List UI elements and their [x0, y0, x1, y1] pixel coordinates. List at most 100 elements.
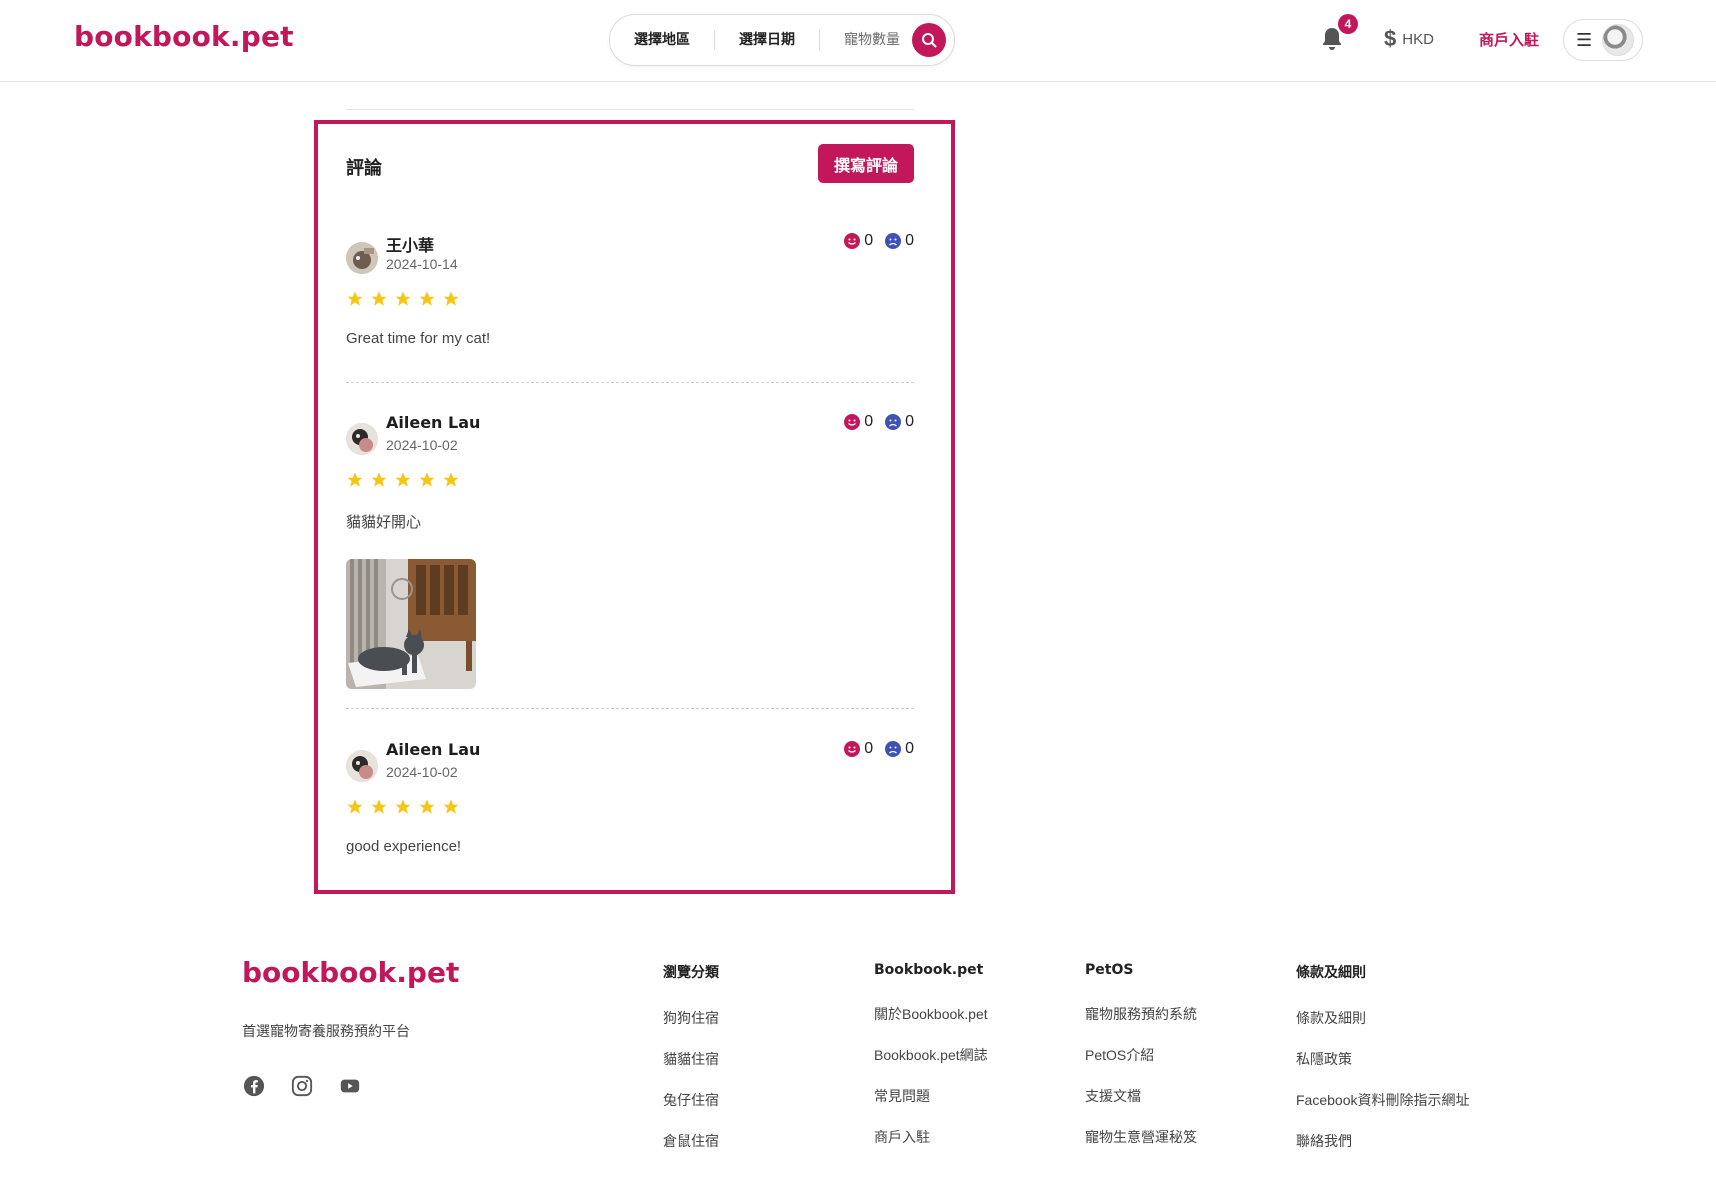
footer-link[interactable]: 支援文檔 [1085, 1086, 1197, 1127]
facebook-icon[interactable] [243, 1075, 265, 1097]
notification-badge: 4 [1338, 14, 1358, 34]
footer-link[interactable]: 貓貓住宿 [663, 1049, 719, 1090]
reviewer-name: 王小華 [386, 236, 435, 255]
write-review-button[interactable]: 撰寫評論 [818, 144, 914, 183]
like-count: 0 [864, 232, 874, 249]
reviews-title: 評論 [346, 158, 382, 179]
star-icon [395, 472, 411, 487]
sad-face-icon [885, 233, 902, 249]
currency-selector[interactable]: $ HKD [1384, 26, 1434, 52]
footer-column-petos: PetOS 寵物服務預約系統 PetOS介紹 支援文檔 寵物生意營運秘笈 [1085, 962, 1197, 1168]
footer-column-browse: 瀏覽分類 狗狗住宿 貓貓住宿 兔仔住宿 倉鼠住宿 [663, 962, 719, 1172]
search-bar[interactable]: 選擇地區 選擇日期 寵物數量 [609, 14, 955, 66]
review-item: 王小華 2024-10-14 0 0 Great time for my cat… [346, 232, 914, 372]
footer-column-terms: 條款及細則 條款及細則 私隱政策 Facebook資料刪除指示網址 聯絡我們 [1296, 962, 1469, 1172]
sad-face-icon [885, 741, 902, 757]
like-button[interactable]: 0 [844, 413, 873, 431]
reviews-section: 評論 撰寫評論 王小華 2024-10-14 0 0 Great time fo… [314, 120, 955, 894]
review-reactions: 0 0 [844, 232, 914, 250]
footer-link[interactable]: PetOS介紹 [1085, 1045, 1197, 1086]
footer-link[interactable]: 兔仔住宿 [663, 1090, 719, 1131]
reviewer-avatar [346, 750, 378, 782]
star-rating [346, 798, 460, 816]
top-nav: bookbook.pet 選擇地區 選擇日期 寵物數量 4 $ HKD 商戶入駐… [0, 0, 1716, 82]
search-pets[interactable]: 寵物數量 [820, 30, 910, 50]
star-icon [395, 291, 411, 306]
sad-face-icon [885, 414, 902, 430]
like-button[interactable]: 0 [844, 232, 873, 250]
reviewer-name: Aileen Lau [386, 740, 481, 759]
star-icon [371, 799, 387, 814]
review-item: Aileen Lau 2024-10-02 0 0 good experienc… [346, 740, 914, 880]
star-rating [346, 290, 460, 308]
footer-link[interactable]: 寵物服務預約系統 [1085, 1004, 1197, 1045]
smiley-icon [844, 741, 861, 757]
instagram-icon[interactable] [291, 1075, 313, 1097]
dislike-button[interactable]: 0 [885, 413, 914, 431]
dislike-button[interactable]: 0 [885, 232, 914, 250]
footer-link[interactable]: 條款及細則 [1296, 1008, 1469, 1049]
star-icon [443, 291, 459, 306]
footer-link[interactable]: 聯絡我們 [1296, 1131, 1469, 1172]
star-icon [443, 799, 459, 814]
footer-column-bookbook: Bookbook.pet 關於Bookbook.pet Bookbook.pet… [874, 962, 988, 1168]
star-icon [347, 799, 363, 814]
star-icon [419, 472, 435, 487]
footer-link[interactable]: 狗狗住宿 [663, 1008, 719, 1049]
footer-column-title: Bookbook.pet [874, 962, 984, 978]
like-button[interactable]: 0 [844, 740, 873, 758]
user-avatar [1602, 24, 1635, 56]
merchant-signup-link[interactable]: 商戶入駐 [1479, 29, 1539, 50]
review-date: 2024-10-02 [386, 764, 458, 780]
search-icon [922, 33, 937, 48]
star-icon [395, 799, 411, 814]
footer-link[interactable]: Bookbook.pet網誌 [874, 1045, 988, 1086]
dislike-button[interactable]: 0 [885, 740, 914, 758]
reviewer-avatar [346, 242, 378, 274]
review-text: Great time for my cat! [346, 330, 491, 347]
social-links [243, 1075, 361, 1097]
reviewer-name: Aileen Lau [386, 413, 481, 432]
section-divider [346, 109, 914, 110]
menu-icon: ☰ [1576, 30, 1593, 50]
search-region[interactable]: 選擇地區 [610, 30, 715, 50]
smiley-icon [844, 414, 861, 430]
star-icon [347, 472, 363, 487]
review-date: 2024-10-14 [386, 256, 458, 272]
user-menu-button[interactable]: ☰ [1563, 19, 1643, 61]
dislike-count: 0 [905, 413, 914, 430]
review-text: 貓貓好開心 [346, 514, 422, 531]
currency-label: HKD [1402, 30, 1434, 48]
review-divider [346, 708, 914, 709]
footer-column-title: 條款及細則 [1296, 965, 1366, 981]
footer-link[interactable]: 私隱政策 [1296, 1049, 1469, 1090]
footer-link[interactable]: Facebook資料刪除指示網址 [1296, 1090, 1469, 1131]
footer-link[interactable]: 商戶入駐 [874, 1127, 988, 1168]
site-logo[interactable]: bookbook.pet [74, 20, 294, 53]
star-icon [347, 291, 363, 306]
review-photo[interactable] [346, 559, 476, 689]
star-icon [419, 291, 435, 306]
star-icon [371, 291, 387, 306]
star-rating [346, 471, 460, 489]
youtube-icon[interactable] [339, 1075, 361, 1097]
review-reactions: 0 0 [844, 413, 914, 431]
smiley-icon [844, 233, 861, 249]
like-count: 0 [864, 740, 874, 757]
reviewer-avatar [346, 423, 378, 455]
search-button[interactable] [912, 23, 946, 57]
footer-link[interactable]: 常見問題 [874, 1086, 988, 1127]
search-date[interactable]: 選擇日期 [715, 30, 820, 50]
footer-link[interactable]: 關於Bookbook.pet [874, 1004, 988, 1045]
dislike-count: 0 [905, 740, 914, 757]
footer-logo[interactable]: bookbook.pet [242, 956, 459, 989]
review-item: Aileen Lau 2024-10-02 0 0 貓貓好開心 [346, 413, 914, 703]
like-count: 0 [864, 413, 874, 430]
dollar-icon: $ [1384, 26, 1397, 51]
review-divider [346, 382, 914, 383]
footer-link[interactable]: 倉鼠住宿 [663, 1131, 719, 1172]
review-text: good experience! [346, 838, 462, 855]
footer-column-title: PetOS [1085, 962, 1134, 978]
footer-link[interactable]: 寵物生意營運秘笈 [1085, 1127, 1197, 1168]
footer-tagline: 首選寵物寄養服務預約平台 [242, 1023, 410, 1039]
